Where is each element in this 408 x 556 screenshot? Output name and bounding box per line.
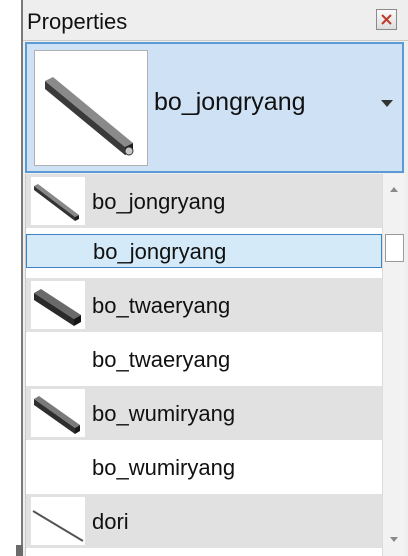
- rod-icon: [31, 497, 85, 545]
- type-selector-value: bo_jongryang: [154, 88, 306, 116]
- list-item[interactable]: bo_wumiryang: [26, 440, 382, 494]
- type-selector[interactable]: bo_jongryang: [25, 42, 404, 173]
- close-button[interactable]: [376, 9, 397, 30]
- list-item-label: bo_twaeryang: [92, 293, 231, 318]
- panel-title: Properties: [27, 9, 128, 34]
- beam-icon: [31, 177, 85, 225]
- beam-icon: [31, 389, 85, 437]
- list-item-label: dori: [92, 509, 129, 534]
- list-item-label: bo_wumiryang: [92, 455, 236, 480]
- list-item[interactable]: bo_twaeryang: [26, 332, 382, 386]
- scrollbar-thumb[interactable]: [385, 234, 404, 262]
- list-scrollbar[interactable]: [382, 174, 405, 556]
- list-item[interactable]: bo_twaeryang: [26, 278, 382, 332]
- scroll-down-arrow-icon[interactable]: [390, 537, 398, 542]
- list-item-label: bo_jongryang: [92, 189, 226, 214]
- family-type-list[interactable]: bo_jongryang bo_jongryang bo_twaeryang b…: [25, 174, 405, 556]
- list-item-label: bo_jongryang: [93, 239, 227, 264]
- beam-thumbnail-icon: [34, 50, 148, 166]
- list-item-selected[interactable]: bo_jongryang: [26, 234, 382, 268]
- list-item-label: bo_wumiryang: [92, 401, 236, 426]
- panel-titlebar: Properties: [23, 0, 408, 41]
- list-item-label: bo_twaeryang: [92, 347, 231, 372]
- list-item[interactable]: bo_jongryang: [26, 174, 382, 228]
- window-left-edge: [0, 0, 22, 556]
- properties-panel: Properties bo_jongryang bo_jongryang bo_…: [23, 0, 408, 556]
- close-icon: [381, 14, 392, 25]
- list-item[interactable]: dori: [26, 494, 382, 548]
- scroll-up-arrow-icon[interactable]: [390, 187, 398, 192]
- dropdown-arrow-icon[interactable]: [381, 100, 393, 107]
- list-item[interactable]: bo_wumiryang: [26, 386, 382, 440]
- beam-icon: [31, 281, 85, 329]
